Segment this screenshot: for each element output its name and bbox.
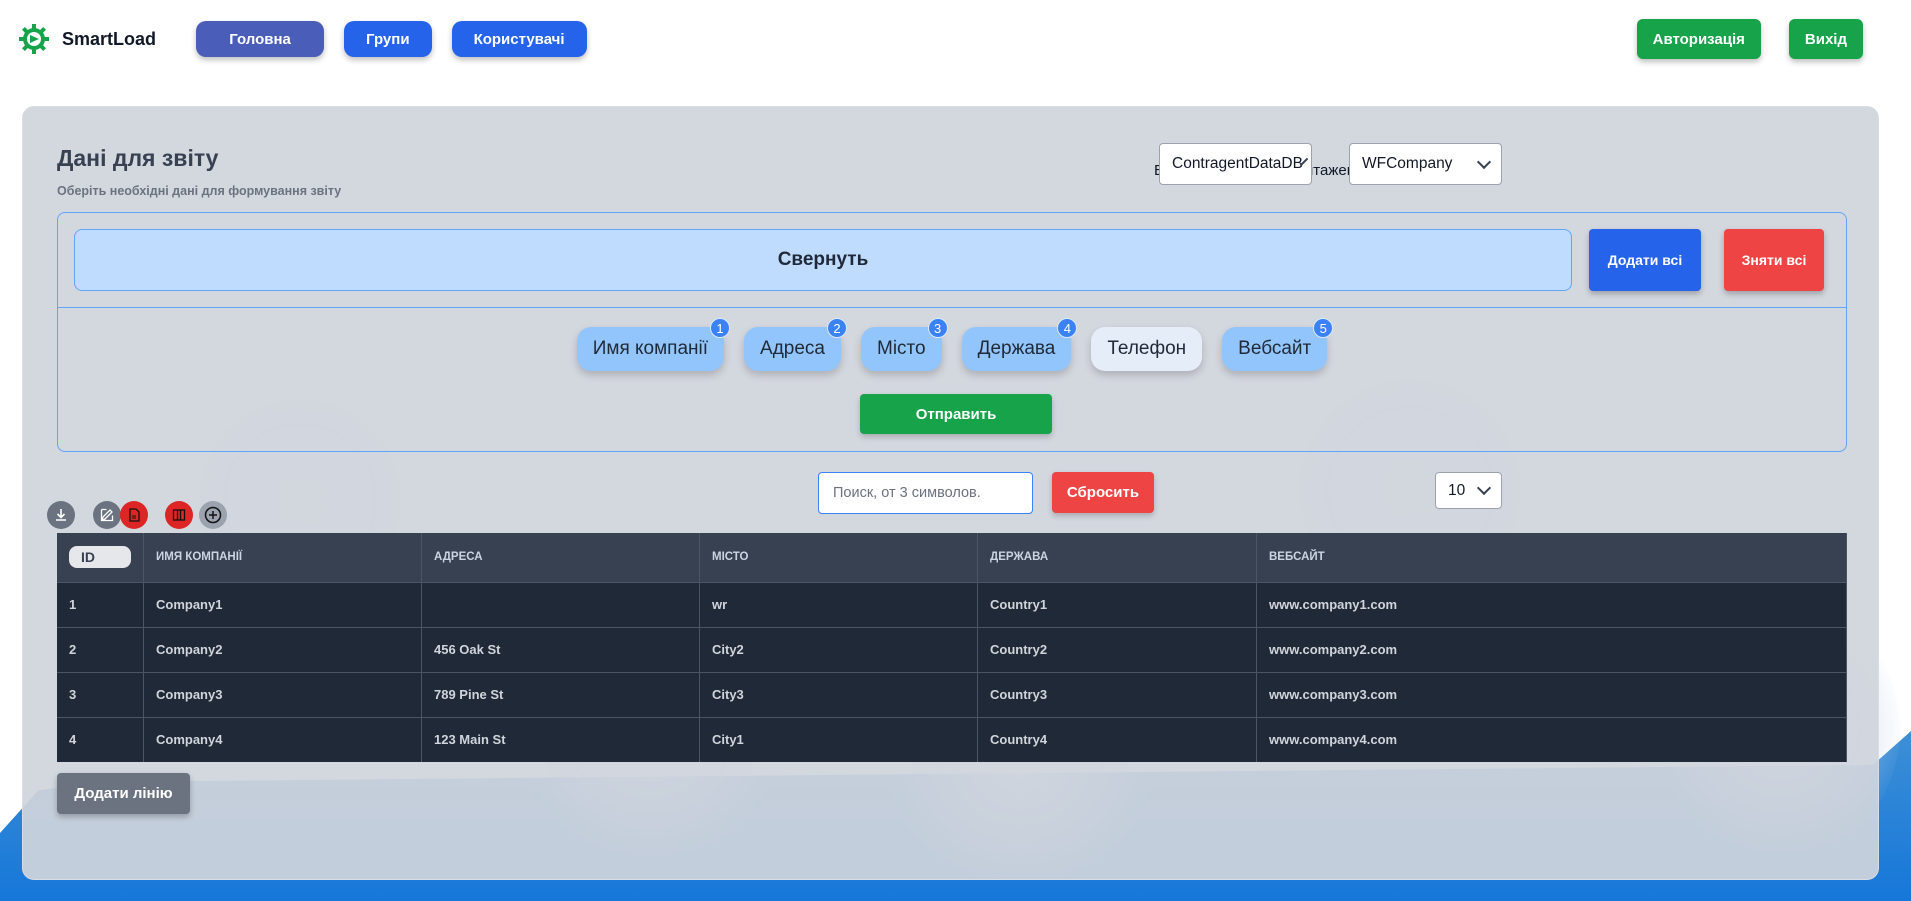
app-name: SmartLoad <box>62 28 157 49</box>
table-row[interactable]: 3 Company3 789 Pine St City3 Country3 ww… <box>57 671 1847 717</box>
db-select[interactable]: ContragentDataDB <box>1159 143 1312 185</box>
home-button[interactable]: Головна <box>196 21 325 57</box>
chip-label: Вебсайт <box>1238 338 1312 359</box>
table-cell: wr <box>699 581 978 627</box>
field-selector-header: Свернуть Додати всі Зняти всі <box>58 213 1846 308</box>
order-badge: 1 <box>710 318 731 338</box>
report-card: Дані для звіту Оберіть необхідні дані дл… <box>22 106 1879 880</box>
field-chip-city[interactable]: Місто 3 <box>861 318 948 371</box>
add-circle-icon[interactable] <box>199 501 227 529</box>
download-icon[interactable] <box>47 501 75 529</box>
field-chip-country[interactable]: Держава 4 <box>961 318 1078 371</box>
users-button[interactable]: Користувачі <box>451 21 587 57</box>
page-title: Дані для звіту <box>57 145 219 171</box>
table-row[interactable]: 1 Company1 wr Country1 www.company1.com <box>57 581 1847 627</box>
column-header-id[interactable]: ID <box>57 533 144 582</box>
logout-button[interactable]: Вихід <box>1788 19 1863 59</box>
table-cell: Country2 <box>977 626 1257 672</box>
app-logo[interactable]: SmartLoad <box>18 23 156 55</box>
table-cell: City3 <box>699 671 978 717</box>
table-cell: 123 Main St <box>421 716 700 762</box>
column-header-city[interactable]: МІСТО <box>699 533 978 582</box>
collapse-button[interactable]: Свернуть <box>74 229 1572 291</box>
table-select[interactable]: WFCompany <box>1349 143 1502 185</box>
chip-label: Держава <box>977 338 1056 359</box>
table-cell: 3 <box>57 671 144 717</box>
send-button[interactable]: Отправить <box>860 394 1052 434</box>
page-size-value: 10 <box>1448 481 1466 499</box>
column-header-website[interactable]: ВЕБСАЙТ <box>1256 533 1847 582</box>
table-row[interactable]: 2 Company2 456 Oak St City2 Country2 www… <box>57 626 1847 672</box>
column-header-address[interactable]: АДРЕСА <box>421 533 700 582</box>
field-chip-address[interactable]: Адреса 2 <box>744 318 847 371</box>
column-header-company-name[interactable]: ИМЯ КОМПАНІЇ <box>143 533 422 582</box>
table-select-value: WFCompany <box>1362 155 1453 172</box>
table-header-row: ID ИМЯ КОМПАНІЇ АДРЕСА МІСТО ДЕРЖАВА ВЕБ… <box>57 533 1847 582</box>
field-chips: Имя компанії 1 Адреса 2 Місто 3 Держава … <box>58 318 1846 371</box>
field-chip-phone[interactable]: Телефон <box>1091 327 1203 371</box>
table-cell: www.company4.com <box>1256 716 1847 762</box>
table-cell: Company2 <box>143 626 422 672</box>
pdf-icon[interactable] <box>120 501 148 529</box>
field-selector-panel: Свернуть Додати всі Зняти всі Имя компан… <box>57 212 1847 452</box>
table-cell: www.company3.com <box>1256 671 1847 717</box>
table-cell: City2 <box>699 626 978 672</box>
columns-icon[interactable] <box>165 501 193 529</box>
table-cell: Company1 <box>143 581 422 627</box>
chip-label: Місто <box>877 338 926 359</box>
table-cell: 2 <box>57 626 144 672</box>
chevron-down-icon <box>1476 480 1492 496</box>
order-badge: 5 <box>1313 318 1334 338</box>
edit-icon[interactable] <box>93 501 121 529</box>
add-line-button[interactable]: Додати лінію <box>57 773 190 814</box>
page-size-select[interactable]: 10 <box>1435 472 1502 509</box>
top-navbar: SmartLoad Головна Групи Користувачі Авто… <box>0 0 1911 78</box>
chip-label: Имя компанії <box>592 338 709 359</box>
add-all-button[interactable]: Додати всі <box>1589 229 1701 291</box>
field-chip-company-name[interactable]: Имя компанії 1 <box>576 318 731 371</box>
chip-label: Телефон <box>1107 338 1187 359</box>
table-cell: Company3 <box>143 671 422 717</box>
table-cell <box>421 581 700 627</box>
order-badge: 4 <box>1057 318 1078 338</box>
table-cell: www.company2.com <box>1256 626 1847 672</box>
table-cell: www.company1.com <box>1256 581 1847 627</box>
table-cell: 789 Pine St <box>421 671 700 717</box>
groups-button[interactable]: Групи <box>344 21 432 57</box>
table-cell: Country4 <box>977 716 1257 762</box>
table-cell: 456 Oak St <box>421 626 700 672</box>
db-select-value: ContragentDataDB <box>1172 155 1303 172</box>
table-cell: 1 <box>57 581 144 627</box>
remove-all-button[interactable]: Зняти всі <box>1724 229 1824 291</box>
order-badge: 2 <box>827 318 847 338</box>
order-badge: 3 <box>927 318 948 338</box>
table-cell: 4 <box>57 716 144 762</box>
column-header-country[interactable]: ДЕРЖАВА <box>977 533 1257 582</box>
login-button[interactable]: Авторизація <box>1636 19 1761 59</box>
reset-button[interactable]: Сбросить <box>1052 472 1154 513</box>
table-cell: Company4 <box>143 716 422 762</box>
chevron-down-icon <box>1476 154 1492 169</box>
page-subtitle: Оберіть необхідні дані для формування зв… <box>57 184 342 198</box>
id-header-pill: ID <box>69 546 131 569</box>
table-cell: Country3 <box>977 671 1257 717</box>
search-input[interactable] <box>818 472 1033 514</box>
table-cell: Country1 <box>977 581 1257 627</box>
data-table: ID ИМЯ КОМПАНІЇ АДРЕСА МІСТО ДЕРЖАВА ВЕБ… <box>57 533 1847 762</box>
field-chip-website[interactable]: Вебсайт 5 <box>1222 318 1334 371</box>
table-cell: City1 <box>699 716 978 762</box>
chip-label: Адреса <box>760 338 825 359</box>
nav-right: Авторизація Вихід <box>1636 19 1863 59</box>
gear-icon <box>18 23 50 55</box>
table-row[interactable]: 4 Company4 123 Main St City1 Country4 ww… <box>57 716 1847 762</box>
